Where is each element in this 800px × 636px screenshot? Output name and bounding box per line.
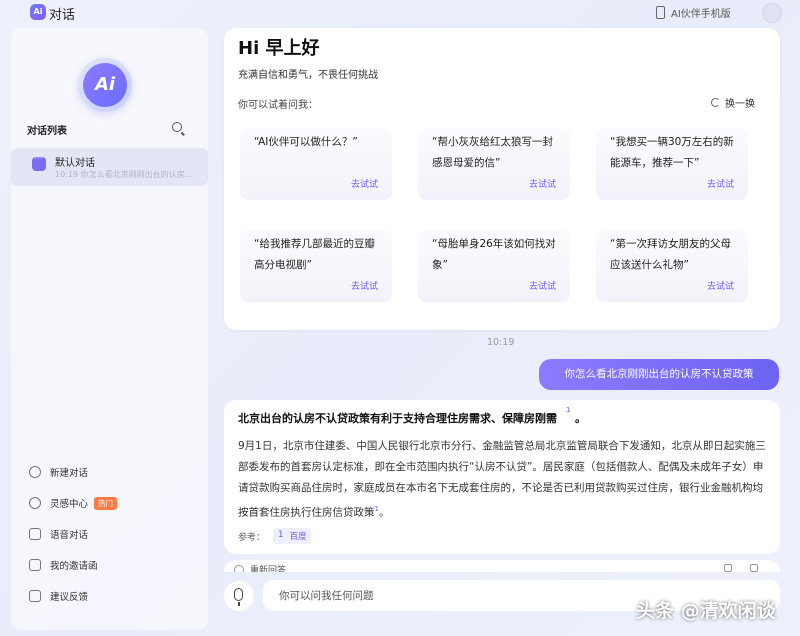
refresh-label: 换一换 <box>725 99 755 110</box>
citation-marker[interactable]: 1 <box>566 406 570 414</box>
conversation-list-title: 对话列表 <box>27 126 67 137</box>
suggestion-text: “我想买一辆30万左右的新能源车，推荐一下” <box>610 136 734 169</box>
message-timestamp: 10:19 <box>487 337 515 348</box>
plus-circle-icon <box>29 466 41 478</box>
app-title: 对话 <box>49 8 76 23</box>
answer-tools <box>724 564 758 572</box>
top-bar: Ai 对话 AI伙伴手机版 <box>0 0 800 26</box>
refresh-suggestions-button[interactable]: 换一换 <box>711 95 755 110</box>
copy-icon[interactable] <box>750 564 758 572</box>
conversation-time: 10:19 <box>55 170 79 179</box>
regenerate-icon <box>234 565 244 572</box>
reference-number: 1 <box>278 530 284 540</box>
reference-chip[interactable]: 1 百度 <box>273 528 312 544</box>
user-message: 你怎么看北京刚刚出台的认房不认贷政策 <box>539 359 779 390</box>
greeting-card: Hi 早上好 充满自信和勇气，不畏任何挑战 你可以试着问我： 换一换 “AI伙伴… <box>224 28 780 330</box>
try-button[interactable]: 去试试 <box>529 177 556 190</box>
try-asking-label: 你可以试着问我： <box>238 100 318 111</box>
like-icon[interactable] <box>724 564 732 572</box>
sidebar-item-label: 新建对话 <box>50 468 89 479</box>
answer-body: 9月1日，北京市住建委、中国人民银行北京市分行、金融监管总局北京监管局联合下发通… <box>238 436 768 524</box>
sidebar-item-label: 灵感中心 <box>50 499 89 510</box>
try-button[interactable]: 去试试 <box>529 279 556 292</box>
answer-body-text: 9月1日，北京市住建委、中国人民银行北京市分行、金融监管总局北京监管局联合下发通… <box>238 440 766 519</box>
reference-name: 百度 <box>289 532 307 542</box>
suggestion-card[interactable]: “母胎单身26年该如何找对象” 去试试 <box>418 230 570 302</box>
try-button[interactable]: 去试试 <box>351 177 378 190</box>
headset-icon <box>29 528 41 540</box>
suggestion-card[interactable]: “我想买一辆30万左右的新能源车，推荐一下” 去试试 <box>596 128 748 200</box>
lightbulb-icon <box>29 497 41 509</box>
phone-icon <box>656 6 665 19</box>
suggestion-text: “第一次拜访女朋友的父母应该送什么礼物” <box>610 238 731 271</box>
avatar[interactable] <box>762 3 782 23</box>
conversation-meta: 10:19 你怎么看北京刚刚出台的认房... <box>55 169 192 180</box>
sidebar-item-voice-chat[interactable]: 语音对话 <box>29 524 199 544</box>
sidebar-logo-text: Ai <box>83 63 127 107</box>
envelope-icon <box>29 559 41 571</box>
references: 参考： 1 百度 <box>238 528 312 544</box>
mobile-app-link[interactable]: AI伙伴手机版 <box>656 5 731 20</box>
microphone-icon <box>234 588 243 601</box>
answer-title-end: 。 <box>575 412 586 425</box>
suggestion-card[interactable]: “给我推荐几部最近的豆瓣高分电视剧” 去试试 <box>240 230 392 302</box>
try-button[interactable]: 去试试 <box>351 279 378 292</box>
sidebar-item-new-chat[interactable]: 新建对话 <box>29 462 199 482</box>
suggestion-card[interactable]: “帮小灰灰给红太狼写一封感恩母爱的信” 去试试 <box>418 128 570 200</box>
answer-card: 北京出台的认房不认贷政策有利于支持合理住房需求、保障房刚需 1 。 9月1日，北… <box>224 400 780 554</box>
answer-actions-bar: 重新回答 <box>224 560 780 572</box>
answer-body-end: 。 <box>378 506 390 519</box>
sidebar-item-label: 语音对话 <box>50 530 89 541</box>
answer-title: 北京出台的认房不认贷政策有利于支持合理住房需求、保障房刚需 <box>238 412 557 425</box>
suggestion-card[interactable]: “第一次拜访女朋友的父母应该送什么礼物” 去试试 <box>596 230 748 302</box>
greeting-title: Hi 早上好 <box>238 38 320 59</box>
conversation-item[interactable]: 默认对话 10:19 你怎么看北京刚刚出台的认房... <box>11 148 208 186</box>
sidebar-logo: Ai <box>78 58 132 112</box>
try-button[interactable]: 去试试 <box>707 177 734 190</box>
chat-bubble-icon <box>32 154 46 171</box>
voice-input-button[interactable] <box>224 581 254 611</box>
conversation-preview: 你怎么看北京刚刚出台的认房... <box>80 170 193 179</box>
conversation-name: 默认对话 <box>55 158 95 169</box>
greeting-subtitle: 充满自信和勇气，不畏任何挑战 <box>238 70 378 81</box>
sidebar-item-inspiration[interactable]: 灵感中心 热门 <box>29 493 199 513</box>
sidebar: Ai 对话列表 默认对话 10:19 你怎么看北京刚刚出台的认房... 新建对话… <box>11 28 208 630</box>
hot-badge: 热门 <box>94 496 118 510</box>
refresh-icon <box>711 98 720 107</box>
try-button[interactable]: 去试试 <box>707 279 734 292</box>
sidebar-item-label: 我的邀请函 <box>50 561 98 572</box>
suggestion-text: “母胎单身26年该如何找对象” <box>432 238 556 271</box>
references-label: 参考： <box>238 532 266 543</box>
suggestion-card[interactable]: “AI伙伴可以做什么？” 去试试 <box>240 128 392 200</box>
sidebar-item-label: 建议反馈 <box>50 592 89 603</box>
microphone-stand <box>238 602 240 606</box>
suggestion-text: “帮小灰灰给红太狼写一封感恩母爱的信” <box>432 136 553 169</box>
feedback-icon <box>29 590 41 602</box>
watermark: 头条 @清欢闲谈 <box>636 600 776 622</box>
answer-actions-row: 重新回答 <box>224 560 780 572</box>
sidebar-item-feedback[interactable]: 建议反馈 <box>29 586 199 606</box>
app-logo: Ai <box>30 4 46 20</box>
suggestion-text: “AI伙伴可以做什么？” <box>254 136 358 148</box>
search-icon[interactable] <box>172 122 182 132</box>
sidebar-item-invitations[interactable]: 我的邀请函 <box>29 555 199 575</box>
mobile-app-label: AI伙伴手机版 <box>671 9 731 20</box>
suggestion-text: “给我推荐几部最近的豆瓣高分电视剧” <box>254 238 375 271</box>
regenerate-button[interactable]: 重新回答 <box>250 563 286 572</box>
